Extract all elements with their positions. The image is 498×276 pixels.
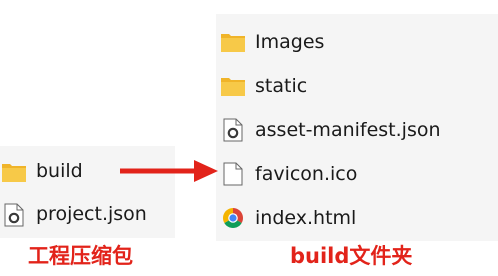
file-name: build: [36, 160, 83, 182]
file-item-static[interactable]: static: [219, 64, 441, 108]
json-file-icon: [0, 201, 28, 229]
file-name: index.html: [255, 206, 357, 229]
folder-icon: [219, 72, 247, 100]
file-name: asset-manifest.json: [255, 118, 441, 141]
folder-icon: [219, 28, 247, 56]
build-folder-caption: build文件夹: [290, 244, 413, 268]
json-file-icon: [219, 116, 247, 144]
chrome-html-icon: [219, 204, 247, 232]
arrow-icon: [120, 160, 218, 182]
file-item-index-html[interactable]: index.html: [219, 196, 441, 240]
file-item-asset-manifest-json[interactable]: asset-manifest.json: [219, 108, 441, 152]
file-item-favicon-ico[interactable]: favicon.ico: [219, 152, 441, 196]
file-name: project.json: [36, 203, 147, 225]
build-folder-file-list: Images static asset-manifest.json favico…: [219, 20, 441, 240]
file-name: Images: [255, 30, 325, 53]
blank-file-icon: [219, 160, 247, 188]
zip-archive-caption: 工程压缩包: [28, 244, 133, 268]
file-item-images[interactable]: Images: [219, 20, 441, 64]
file-name: static: [255, 74, 308, 97]
folder-icon: [0, 158, 28, 186]
file-item-project-json[interactable]: project.json: [0, 193, 147, 236]
file-name: favicon.ico: [255, 162, 358, 185]
